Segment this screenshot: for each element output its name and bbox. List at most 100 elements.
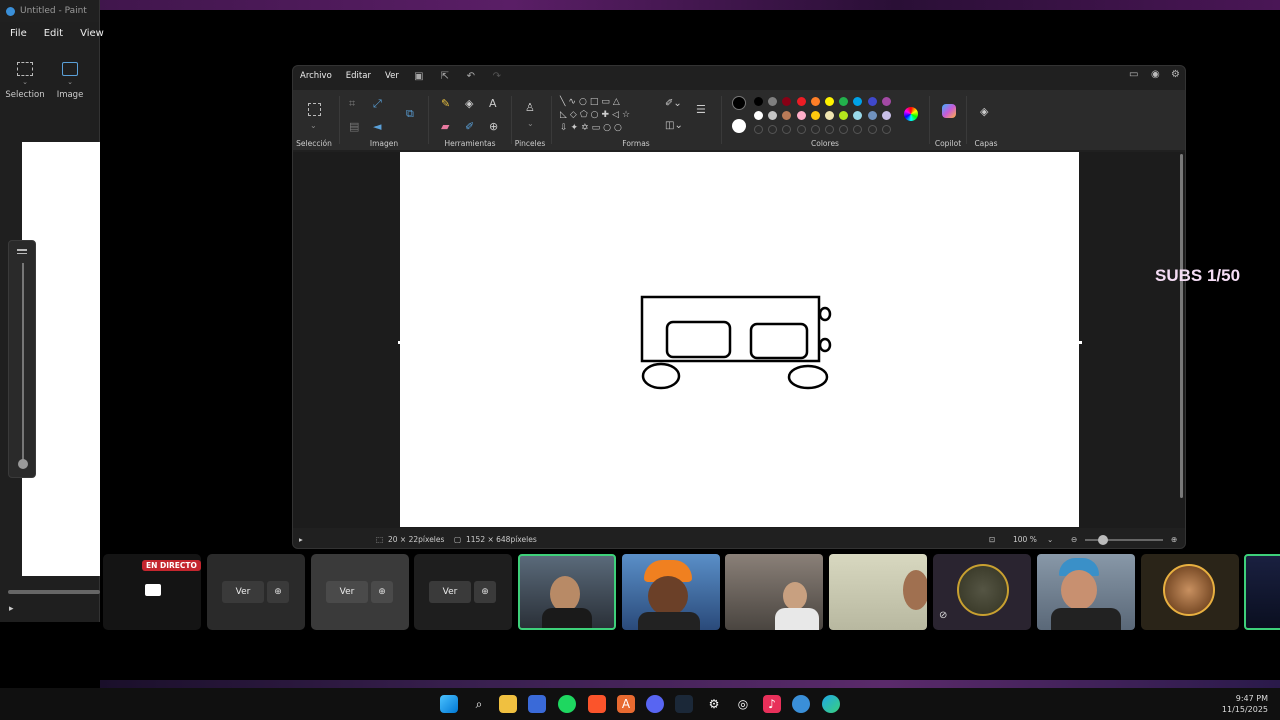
account-icon[interactable]: ◉	[1151, 69, 1160, 80]
empty-color-slot[interactable]	[853, 125, 863, 134]
magnifier-icon[interactable]: ⊕	[489, 121, 498, 133]
old-horizontal-scrollbar[interactable]	[8, 590, 100, 594]
brave-icon[interactable]	[588, 695, 606, 713]
zoom-slider-knob[interactable]	[1098, 535, 1108, 545]
shape-fill-icon[interactable]: ◫⌄	[665, 120, 683, 131]
color-swatch[interactable]	[782, 97, 792, 106]
empty-color-slot[interactable]	[839, 125, 849, 134]
zoom-slider[interactable]	[1085, 539, 1163, 541]
empty-color-slot[interactable]	[782, 125, 792, 134]
eraser-icon[interactable]: ▰	[441, 121, 449, 133]
brush-chevron-icon[interactable]: ⌄	[527, 118, 534, 130]
settings-icon[interactable]: ⚙	[1171, 69, 1180, 80]
view-button[interactable]: Ver	[326, 581, 368, 603]
menu-view[interactable]: View	[80, 28, 104, 39]
color-swatch[interactable]	[853, 111, 863, 120]
zoom-level[interactable]: 100 %	[1013, 535, 1037, 544]
start-icon[interactable]	[440, 695, 458, 713]
participant-camera[interactable]	[622, 554, 720, 630]
color-swatch[interactable]	[867, 111, 877, 120]
participant-camera[interactable]	[1244, 554, 1280, 630]
edge-icon[interactable]	[822, 695, 840, 713]
participant-camera[interactable]	[829, 554, 927, 630]
empty-color-slot[interactable]	[867, 125, 877, 134]
notifications-icon[interactable]: ▭	[1129, 69, 1138, 80]
menu-edit[interactable]: Edit	[44, 28, 63, 39]
canvas-resize-handle[interactable]	[398, 341, 401, 344]
participant-camera[interactable]	[518, 554, 616, 630]
empty-color-slot[interactable]	[881, 125, 891, 134]
zoom-view-icon[interactable]: ⊕	[474, 581, 496, 603]
view-button[interactable]: Ver	[222, 581, 264, 603]
file-explorer-icon[interactable]	[499, 695, 517, 713]
view-button[interactable]: Ver	[429, 581, 471, 603]
live-tile[interactable]: EN DIRECTO	[103, 554, 201, 630]
color-swatch[interactable]	[881, 111, 891, 120]
empty-color-slot[interactable]	[825, 125, 834, 134]
obs-settings-icon[interactable]: ⚙	[705, 695, 723, 713]
slider-knob[interactable]	[18, 459, 28, 469]
color-swatch[interactable]	[839, 111, 849, 120]
discord-icon[interactable]	[646, 695, 664, 713]
menu-editar[interactable]: Editar	[339, 71, 378, 81]
color-swatch[interactable]	[810, 111, 820, 120]
old-selection-tool[interactable]: ⌄ Selection	[5, 62, 45, 100]
color-swatch[interactable]	[825, 111, 834, 120]
color-swatch[interactable]	[881, 97, 891, 106]
copilot-icon[interactable]	[942, 104, 956, 118]
empty-color-slot[interactable]	[754, 125, 763, 134]
brush-size-slider[interactable]	[8, 240, 36, 478]
canvas-resize-handle[interactable]	[1079, 341, 1082, 344]
app-icon[interactable]: A	[617, 695, 635, 713]
vertical-scrollbar[interactable]	[1180, 154, 1183, 498]
color-picker-icon[interactable]: ✐	[465, 121, 474, 133]
zoom-view-icon[interactable]: ⊕	[267, 581, 289, 603]
brush-icon[interactable]: ♙	[525, 102, 535, 114]
menu-ver[interactable]: Ver	[378, 71, 406, 81]
empty-color-slot[interactable]	[810, 125, 820, 134]
select-all-icon[interactable]: ▤	[349, 121, 359, 133]
image-tool-icon[interactable]: ⧉	[406, 108, 414, 120]
search-icon[interactable]: ⌕	[470, 695, 488, 713]
system-clock[interactable]: 9:47 PM 11/15/2025	[1222, 693, 1268, 715]
fill-icon[interactable]: ◈	[465, 98, 473, 110]
shapes-gallery[interactable]: ╲∿○□▭△ ◺◇⬠○✚◁☆ ⇩✦✡▭○○	[560, 96, 650, 136]
participant-camera[interactable]	[725, 554, 823, 630]
empty-color-slot[interactable]	[768, 125, 778, 134]
outline-icon[interactable]: ✐⌄	[665, 98, 682, 109]
drawing-canvas[interactable]	[400, 152, 1079, 527]
crop-icon[interactable]: ⌗	[349, 98, 355, 110]
color-swatch[interactable]	[782, 111, 792, 120]
zoom-out-icon[interactable]: ⊖	[1071, 535, 1077, 544]
edit-colors-icon[interactable]	[904, 107, 918, 121]
selection-tool-icon[interactable]	[308, 103, 321, 116]
empty-color-slot[interactable]	[796, 125, 806, 134]
zoom-chevron-icon[interactable]: ⌄	[1047, 535, 1053, 544]
color-swatch[interactable]	[853, 97, 863, 106]
old-image-tool[interactable]: ⌄ Image	[50, 62, 90, 100]
obs-icon[interactable]: ◎	[734, 695, 752, 713]
menu-archivo[interactable]: Archivo	[293, 71, 339, 81]
zoom-in-icon[interactable]: ⊕	[1171, 535, 1177, 544]
size-icon[interactable]: ☰	[696, 104, 706, 116]
participant-camera[interactable]	[1037, 554, 1135, 630]
redo-icon[interactable]: ↷	[484, 71, 510, 82]
color-swatch[interactable]	[768, 111, 778, 120]
participant-avatar-tile[interactable]	[1141, 554, 1239, 630]
spotify-icon[interactable]	[558, 695, 576, 713]
color-swatch[interactable]	[754, 111, 763, 120]
secondary-color[interactable]	[732, 119, 746, 133]
pencil-icon[interactable]: ✎	[441, 98, 450, 110]
screen-share-tile[interactable]: Ver ⊕	[207, 554, 305, 630]
resize-icon[interactable]: ⤢	[373, 98, 382, 110]
layers-icon[interactable]: ◈	[980, 106, 988, 118]
zoom-view-icon[interactable]: ⊕	[371, 581, 393, 603]
color-swatch[interactable]	[867, 97, 877, 106]
screen-share-tile[interactable]: Ver ⊕	[311, 554, 409, 630]
color-swatch[interactable]	[754, 97, 763, 106]
tiktok-icon[interactable]: ♪	[763, 695, 781, 713]
primary-color[interactable]	[732, 96, 746, 110]
fit-icon[interactable]: ⊡	[989, 535, 995, 544]
color-swatch[interactable]	[839, 97, 849, 106]
text-icon[interactable]: A	[489, 98, 497, 110]
